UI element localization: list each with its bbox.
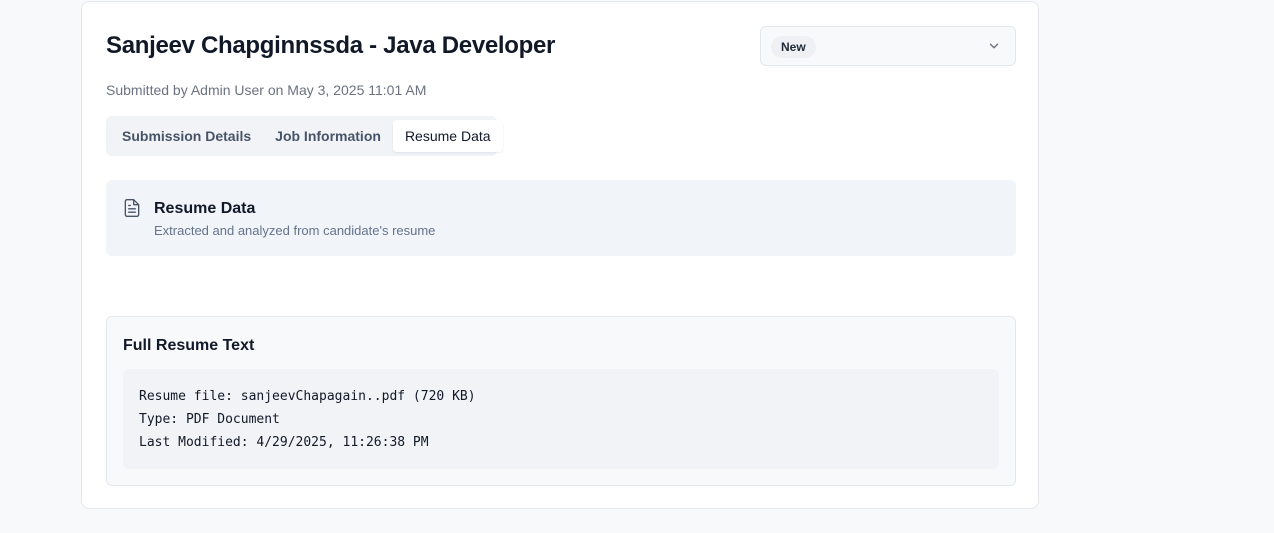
tab-resume-data[interactable]: Resume Data <box>392 120 503 152</box>
tab-submission-details[interactable]: Submission Details <box>110 120 263 152</box>
tab-list: Submission Details Job Information Resum… <box>106 116 503 156</box>
resume-data-info: Resume Data Extracted and analyzed from … <box>106 180 1016 256</box>
resume-line-file: Resume file: sanjeevChapagain..pdf (720 … <box>139 389 476 404</box>
submission-card: Sanjeev Chapginnssda - Java Developer Su… <box>81 1 1039 509</box>
full-resume-section: Full Resume Text Resume file: sanjeevCha… <box>106 316 1016 486</box>
page-title: Sanjeev Chapginnssda - Java Developer <box>106 32 556 59</box>
chevron-down-icon <box>989 43 999 49</box>
info-title: Resume Data <box>154 200 256 217</box>
tab-job-information[interactable]: Job Information <box>263 120 393 152</box>
resume-heading: Full Resume Text <box>123 337 255 354</box>
resume-line-modified: Last Modified: 4/29/2025, 11:26:38 PM <box>139 435 429 450</box>
status-select[interactable]: New <box>760 26 1016 66</box>
document-icon <box>124 199 140 217</box>
info-description: Extracted and analyzed from candidate's … <box>154 223 436 238</box>
resume-line-type: Type: PDF Document <box>139 412 280 427</box>
resume-text-block: Resume file: sanjeevChapagain..pdf (720 … <box>123 369 999 469</box>
status-badge: New <box>771 36 816 58</box>
submission-meta: Submitted by Admin User on May 3, 2025 1… <box>106 82 427 98</box>
